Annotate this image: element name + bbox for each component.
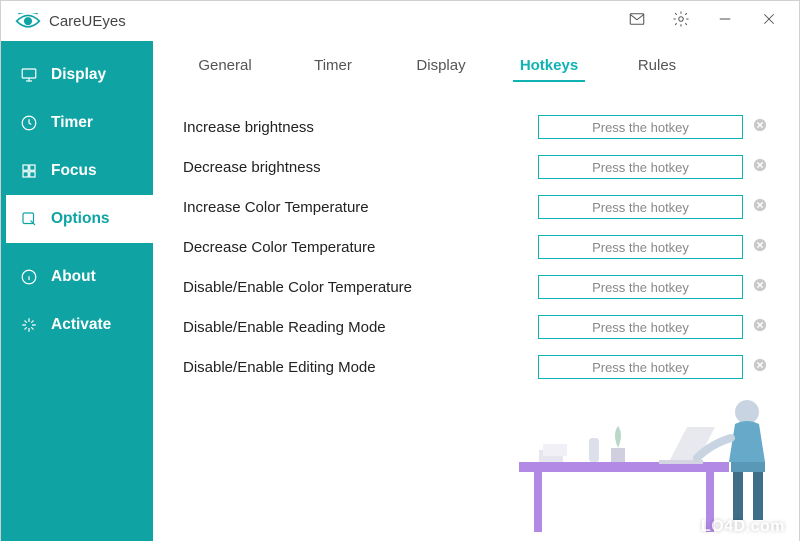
tab-label: Timer — [314, 57, 352, 74]
gear-icon — [672, 10, 690, 33]
grid-icon — [19, 161, 39, 181]
tab-hotkeys[interactable]: Hotkeys — [495, 45, 603, 88]
titlebar: CareUEyes — [1, 1, 799, 41]
hotkey-label: Decrease Color Temperature — [183, 239, 538, 256]
hotkey-label: Disable/Enable Color Temperature — [183, 279, 538, 296]
watermark-text: LO4D.com — [701, 518, 785, 536]
monitor-icon — [19, 65, 39, 85]
tab-label: Hotkeys — [520, 57, 578, 74]
hotkey-label: Disable/Enable Reading Mode — [183, 319, 538, 336]
clear-hotkey-button[interactable] — [751, 278, 769, 296]
sidebar-item-label: Focus — [51, 162, 97, 180]
hotkey-label: Increase brightness — [183, 119, 538, 136]
clear-hotkey-button[interactable] — [751, 118, 769, 136]
tab-label: Rules — [638, 57, 676, 74]
settings-button[interactable] — [659, 1, 703, 41]
hotkey-input[interactable]: Press the hotkey — [538, 315, 743, 339]
minimize-icon — [716, 10, 734, 33]
sidebar: Display Timer Focus Options About Acti — [1, 41, 153, 541]
clear-hotkey-button[interactable] — [751, 158, 769, 176]
sidebar-item-display[interactable]: Display — [1, 51, 153, 99]
clear-icon — [753, 358, 767, 377]
sidebar-item-label: Display — [51, 66, 106, 84]
options-tabs: General Timer Display Hotkeys Rules — [153, 41, 799, 89]
hotkey-row: Increase Color Temperature Press the hot… — [183, 187, 769, 227]
sidebar-item-timer[interactable]: Timer — [1, 99, 153, 147]
clear-hotkey-button[interactable] — [751, 198, 769, 216]
tab-rules[interactable]: Rules — [603, 45, 711, 88]
clock-icon — [19, 113, 39, 133]
info-icon — [19, 267, 39, 287]
hotkey-row: Disable/Enable Color Temperature Press t… — [183, 267, 769, 307]
hotkey-row: Disable/Enable Editing Mode Press the ho… — [183, 347, 769, 387]
hotkey-input[interactable]: Press the hotkey — [538, 195, 743, 219]
close-button[interactable] — [747, 1, 791, 41]
hotkey-row: Decrease Color Temperature Press the hot… — [183, 227, 769, 267]
sidebar-item-label: Timer — [51, 114, 93, 132]
tab-label: Display — [416, 57, 465, 74]
hotkey-row: Decrease brightness Press the hotkey — [183, 147, 769, 187]
clear-hotkey-button[interactable] — [751, 238, 769, 256]
clear-hotkey-button[interactable] — [751, 358, 769, 376]
sidebar-item-label: Options — [51, 210, 110, 228]
clear-icon — [753, 118, 767, 137]
hotkey-input[interactable]: Press the hotkey — [538, 115, 743, 139]
app-title: CareUEyes — [49, 13, 126, 30]
clear-hotkey-button[interactable] — [751, 318, 769, 336]
sidebar-item-label: About — [51, 268, 96, 286]
tab-timer[interactable]: Timer — [279, 45, 387, 88]
clear-icon — [753, 238, 767, 257]
sidebar-item-about[interactable]: About — [1, 253, 153, 301]
hotkey-row: Increase brightness Press the hotkey — [183, 107, 769, 147]
minimize-button[interactable] — [703, 1, 747, 41]
eye-logo-icon — [15, 8, 41, 34]
sidebar-item-activate[interactable]: Activate — [1, 301, 153, 349]
hotkey-label: Increase Color Temperature — [183, 199, 538, 216]
hotkey-row: Disable/Enable Reading Mode Press the ho… — [183, 307, 769, 347]
clear-icon — [753, 158, 767, 177]
mail-icon — [628, 10, 646, 33]
clear-icon — [753, 318, 767, 337]
clear-icon — [753, 278, 767, 297]
sidebar-item-focus[interactable]: Focus — [1, 147, 153, 195]
hotkey-input[interactable]: Press the hotkey — [538, 155, 743, 179]
options-icon — [19, 209, 39, 229]
hotkey-input[interactable]: Press the hotkey — [538, 355, 743, 379]
tab-general[interactable]: General — [171, 45, 279, 88]
main-panel: General Timer Display Hotkeys Rules Incr… — [153, 41, 799, 541]
close-icon — [761, 11, 777, 32]
hotkey-input[interactable]: Press the hotkey — [538, 235, 743, 259]
activate-icon — [19, 315, 39, 335]
hotkey-label: Disable/Enable Editing Mode — [183, 359, 538, 376]
hotkeys-list: Increase brightness Press the hotkey Dec… — [153, 89, 799, 387]
tab-display[interactable]: Display — [387, 45, 495, 88]
app-logo: CareUEyes — [15, 8, 126, 34]
app-window: CareUEyes Display Timer — [0, 0, 800, 541]
feedback-button[interactable] — [615, 1, 659, 41]
hotkey-input[interactable]: Press the hotkey — [538, 275, 743, 299]
clear-icon — [753, 198, 767, 217]
tab-label: General — [198, 57, 251, 74]
sidebar-item-label: Activate — [51, 316, 111, 334]
sidebar-item-options[interactable]: Options — [1, 195, 153, 243]
hotkey-label: Decrease brightness — [183, 159, 538, 176]
